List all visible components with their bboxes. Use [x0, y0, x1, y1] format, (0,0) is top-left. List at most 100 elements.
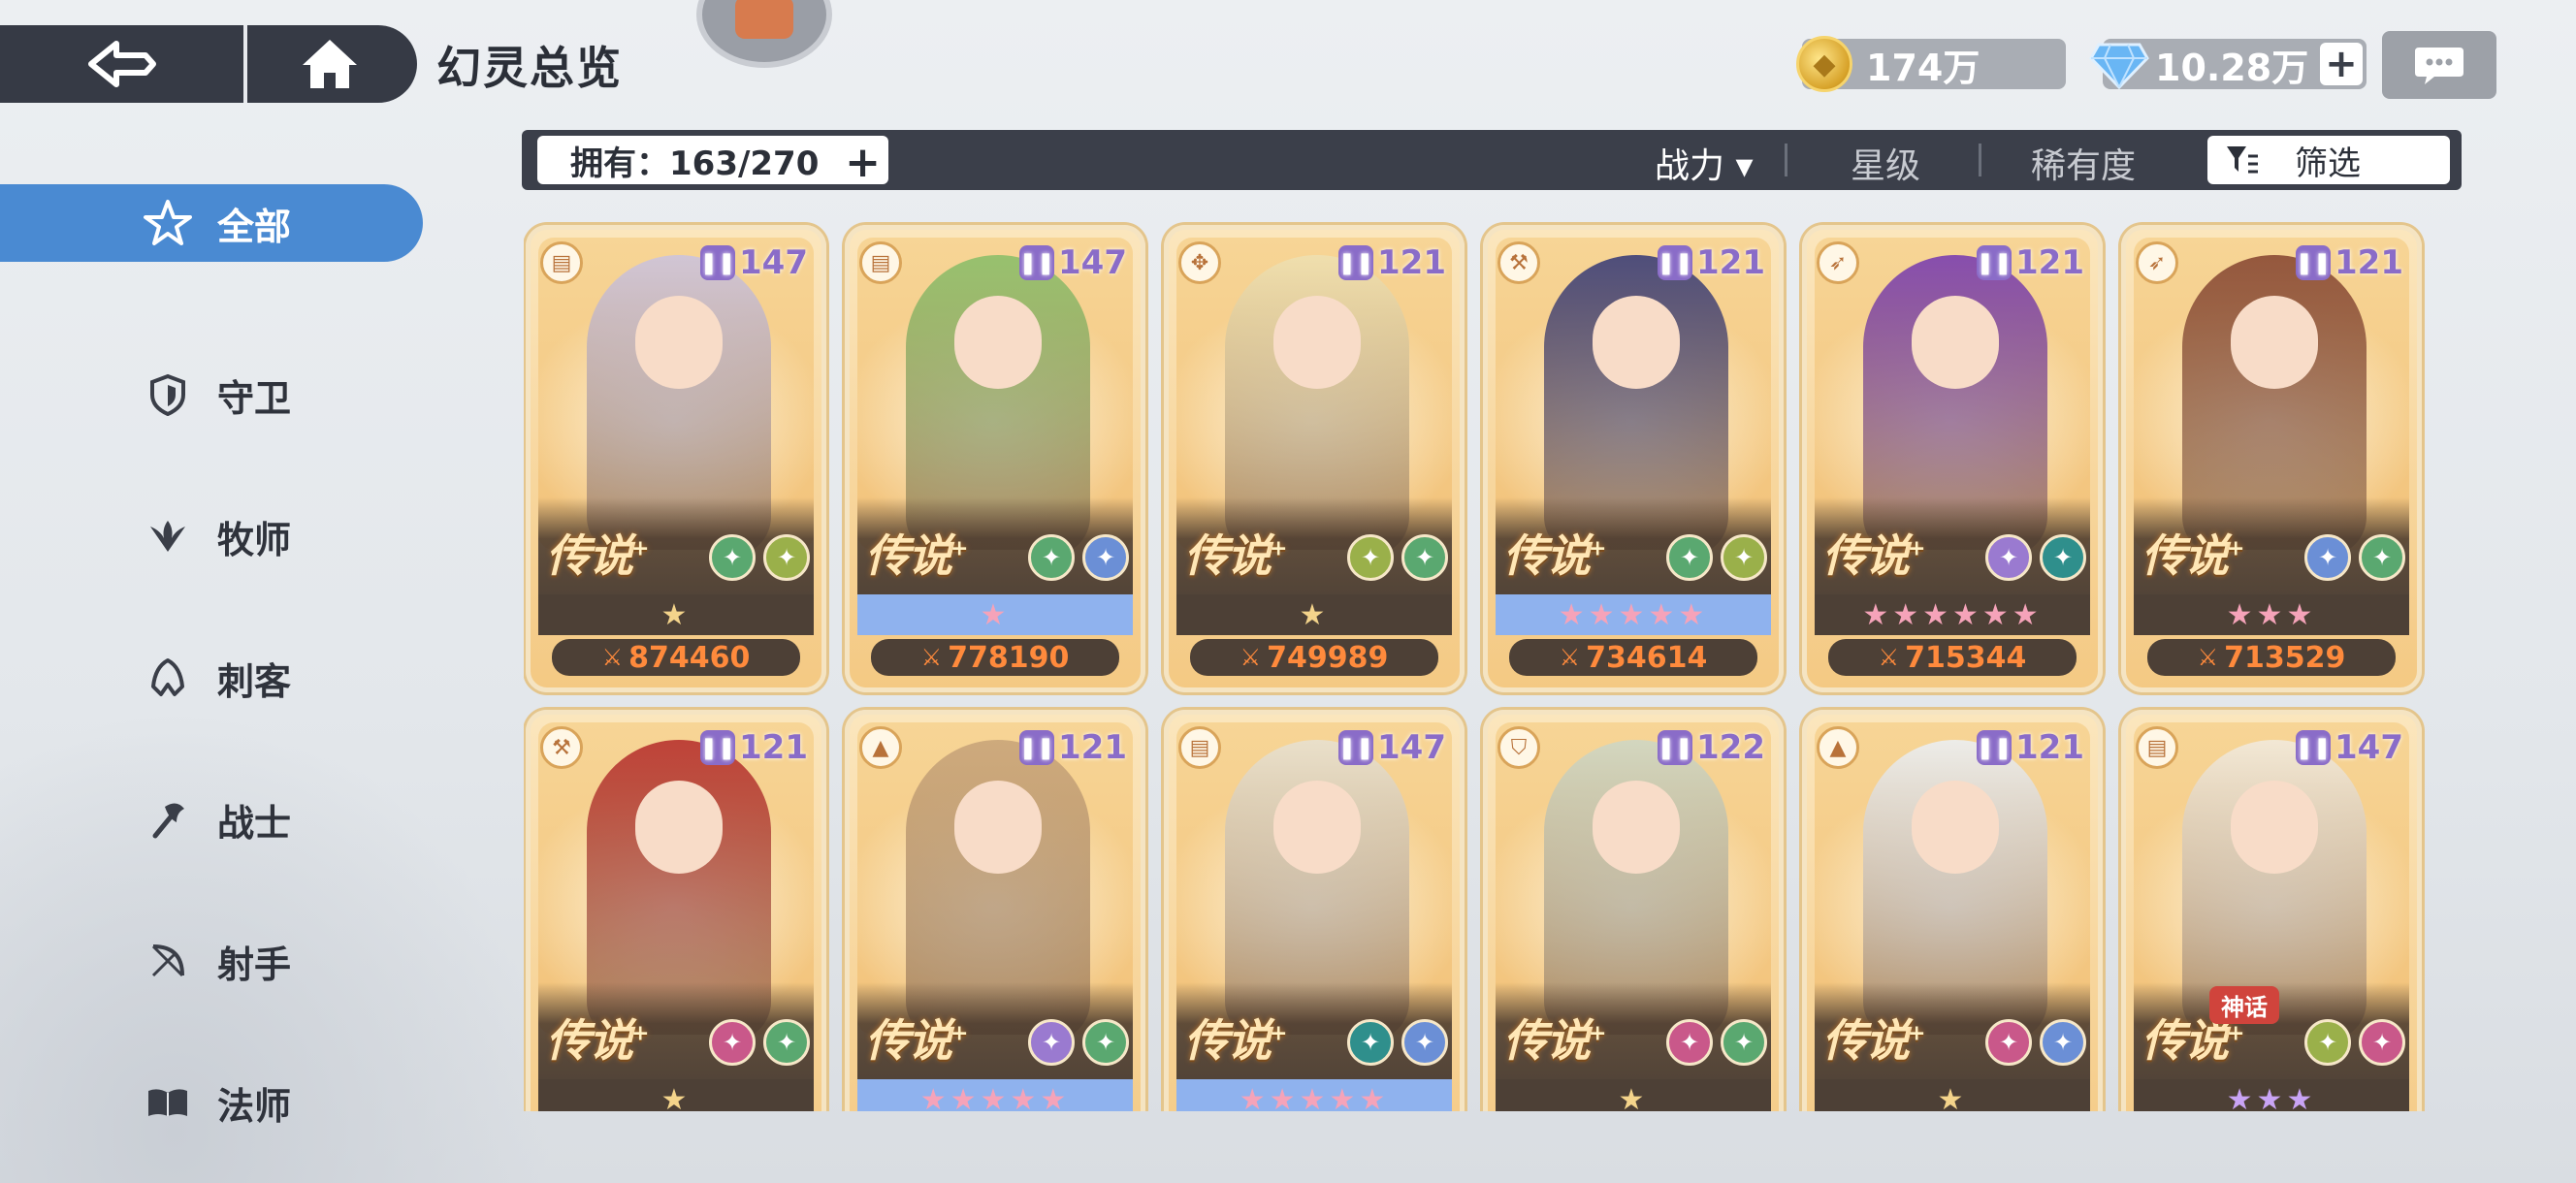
combat-power: ⚔ 778190 [871, 639, 1119, 676]
axe-icon [144, 795, 192, 844]
axe-icon: ⚒ [540, 726, 583, 769]
sidebar-item-label: 刺客 [217, 659, 292, 703]
element-icon: ✦ [1082, 1019, 1129, 1066]
hero-level: ❚❚ 121 [1019, 728, 1127, 767]
hero-level-value: 121 [1058, 728, 1127, 767]
star-rating: ★★★★★ [1176, 1079, 1452, 1111]
element-icon: ✦ [709, 1019, 756, 1066]
hero-card[interactable]: ➶ ❚❚ 121 传说+ ✦ ✦ ★★★ ⚔ 713529 [2121, 225, 2422, 692]
filter-button[interactable]: 筛选 [2207, 136, 2450, 184]
hero-level-value: 121 [739, 728, 808, 767]
pause-badge-icon: ❚❚ [1338, 730, 1373, 765]
combat-power: ⚔ 749989 [1190, 639, 1438, 676]
book-icon [144, 1078, 192, 1127]
home-button[interactable] [247, 25, 412, 103]
pause-badge-icon: ❚❚ [700, 730, 735, 765]
element-icon: ✦ [2359, 1019, 2405, 1066]
owned-count-box[interactable]: 拥有：163/270 + [537, 136, 888, 187]
hero-card[interactable]: ▤ ❚❚ 147 传说+ 神话 ✦ ✦ ★★★ [2121, 710, 2422, 1111]
hero-card[interactable]: ⚒ ❚❚ 121 传说+ ✦ ✦ ★ [526, 710, 826, 1111]
star-rating: ★ [857, 594, 1133, 635]
element-icon: ✦ [763, 534, 810, 581]
hero-level-value: 121 [1696, 243, 1765, 282]
class-sidebar: 全部 守卫 牧师 刺客 战士 射手 法师 [0, 184, 427, 1173]
rarity-label: 传说+ [2141, 529, 2244, 582]
sidebar-item-priest[interactable]: 牧师 [0, 465, 427, 607]
hero-card[interactable]: ▤ ❚❚ 147 传说+ ✦ ✦ ★ ⚔ 874460 [526, 225, 826, 692]
book-icon: ▤ [859, 241, 902, 284]
element-icons: ✦ ✦ [1028, 534, 1129, 581]
expand-capacity-button[interactable]: + [845, 138, 881, 187]
gem-counter: 10.28万 + [2089, 39, 2367, 89]
hero-level: ❚❚ 122 [1658, 728, 1765, 767]
myth-badge: 神话 [2209, 986, 2279, 1024]
back-button[interactable] [0, 25, 247, 103]
element-icons: ✦ ✦ [2304, 534, 2405, 581]
sort-by-star-button[interactable]: 星级 [1851, 138, 1920, 188]
hero-level: ❚❚ 147 [700, 243, 808, 282]
star-rating: ★★★ [2134, 594, 2409, 635]
element-icons: ✦ ✦ [2304, 1019, 2405, 1066]
sidebar-item-mage[interactable]: 法师 [0, 1032, 427, 1173]
sidebar-item-all[interactable]: 全部 [0, 184, 423, 262]
element-icons: ✦ ✦ [1666, 534, 1767, 581]
hero-level-value: 121 [2015, 728, 2084, 767]
hero-level: ❚❚ 121 [2296, 243, 2403, 282]
hero-card[interactable]: ➶ ❚❚ 121 传说+ ✦ ✦ ★★★★★★ ⚔ 715344 [1802, 225, 2103, 692]
assassin-hood-icon: ▲ [859, 726, 902, 769]
element-icon: ✦ [1721, 534, 1767, 581]
bow-icon: ➶ [1817, 241, 1859, 284]
assassin-hood-icon [144, 654, 192, 702]
element-icon: ✦ [1028, 1019, 1075, 1066]
combat-power: ⚔ 874460 [552, 639, 800, 676]
bow-icon [144, 937, 192, 985]
rarity-label: 传说+ [546, 1014, 649, 1067]
hero-card[interactable]: ▲ ❚❚ 121 传说+ ✦ ✦ ★ [1802, 710, 2103, 1111]
element-icons: ✦ ✦ [1028, 1019, 1129, 1066]
hero-level: ❚❚ 121 [1338, 243, 1446, 282]
rarity-label: 传说+ [865, 529, 968, 582]
element-icons: ✦ ✦ [1347, 1019, 1448, 1066]
top-nav [0, 25, 417, 103]
priest-wings-icon: ✥ [1178, 241, 1221, 284]
axe-icon: ⚒ [1497, 241, 1540, 284]
combat-power-value: 778190 [948, 640, 1070, 675]
combat-power-value: 874460 [628, 640, 751, 675]
crossed-swords-icon: ⚔ [1240, 644, 1262, 671]
hero-card[interactable]: ⛉ ❚❚ 122 传说+ ✦ ✦ ★ [1483, 710, 1784, 1111]
funnel-icon [2227, 146, 2258, 174]
priest-wings-icon [144, 512, 192, 560]
hero-card[interactable]: ▤ ❚❚ 147 传说+ ✦ ✦ ★★★★★ [1164, 710, 1465, 1111]
sort-by-rarity-button[interactable]: 稀有度 [2031, 138, 2136, 188]
element-icon: ✦ [1666, 534, 1713, 581]
rarity-label: 传说+ [1503, 1014, 1606, 1067]
element-icons: ✦ ✦ [1985, 534, 2086, 581]
hero-card[interactable]: ⚒ ❚❚ 121 传说+ ✦ ✦ ★★★★★ ⚔ 734614 [1483, 225, 1784, 692]
gold-counter: ◆ 174万 [1796, 36, 2066, 92]
star-rating: ★ [538, 1079, 814, 1111]
element-icon: ✦ [763, 1019, 810, 1066]
sidebar-item-guardian[interactable]: 守卫 [0, 324, 427, 465]
pause-badge-icon: ❚❚ [1338, 245, 1373, 280]
sort-by-power-button[interactable]: 战力 ▾ [1655, 138, 1754, 188]
hero-level-value: 147 [739, 243, 808, 282]
combat-power: ⚔ 713529 [2147, 639, 2396, 676]
star-rating: ★★★★★★ [1815, 594, 2090, 635]
element-icon: ✦ [2040, 534, 2086, 581]
element-icons: ✦ ✦ [1985, 1019, 2086, 1066]
combat-power-value: 715344 [1905, 640, 2027, 675]
combat-power-value: 749989 [1267, 640, 1389, 675]
sidebar-item-assassin[interactable]: 刺客 [0, 607, 427, 749]
sidebar-item-warrior[interactable]: 战士 [0, 749, 427, 890]
hero-level: ❚❚ 147 [1338, 728, 1446, 767]
sidebar-item-archer[interactable]: 射手 [0, 890, 427, 1032]
add-gems-button[interactable]: + [2320, 42, 2363, 86]
filter-separator [1785, 144, 1787, 176]
hero-card[interactable]: ▲ ❚❚ 121 传说+ ✦ ✦ ★★★★★ [845, 710, 1145, 1111]
star-rating: ★ [1815, 1079, 2090, 1111]
hero-card[interactable]: ▤ ❚❚ 147 传说+ ✦ ✦ ★ ⚔ 778190 [845, 225, 1145, 692]
hero-card[interactable]: ✥ ❚❚ 121 传说+ ✦ ✦ ★ ⚔ 749989 [1164, 225, 1465, 692]
chat-button[interactable] [2382, 31, 2496, 99]
hero-level-value: 121 [2015, 243, 2084, 282]
pause-badge-icon: ❚❚ [1977, 730, 2012, 765]
